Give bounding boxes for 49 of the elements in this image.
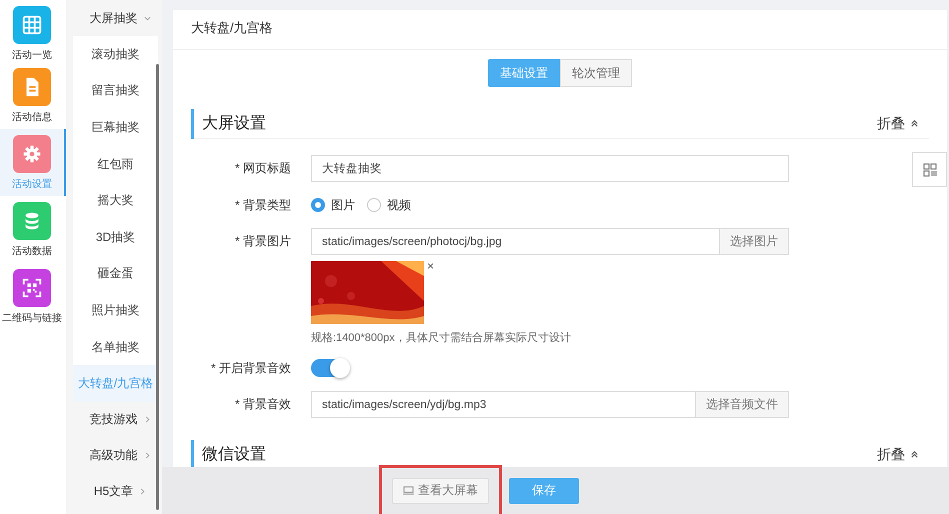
submenu-group[interactable]: 高级功能 — [66, 438, 162, 474]
submenu-item[interactable]: 摇大奖 — [73, 182, 158, 219]
submenu-item[interactable]: 留言抽奖 — [73, 72, 158, 110]
grid-icon — [922, 162, 938, 178]
collapse-button[interactable]: 折叠 — [877, 446, 929, 464]
tab[interactable]: 轮次管理 — [560, 59, 632, 87]
nav-item[interactable]: 活动数据 — [0, 196, 66, 263]
submenu-group[interactable]: H5文章 — [66, 474, 162, 510]
radio-label: 视频 — [387, 196, 411, 214]
choose-button[interactable]: 选择音频文件 — [696, 391, 789, 418]
hint-text: 规格:1400*800px，具体尺寸需结合屏幕实际尺寸设计 — [311, 330, 572, 345]
choose-button[interactable]: 选择图片 — [720, 228, 789, 255]
text-field[interactable]: 大转盘抽奖 — [311, 155, 789, 182]
field-label: * 背景图片 — [234, 233, 292, 250]
path-field[interactable]: static/images/screen/ydj/bg.mp3 — [311, 391, 696, 418]
section-title: 大屏设置 — [191, 108, 266, 138]
radio-label: 图片 — [331, 196, 355, 214]
submenu-item[interactable]: 名单抽奖 — [73, 328, 158, 366]
chevron-right-icon — [139, 488, 146, 496]
double-chevron-up-icon — [910, 450, 919, 459]
path-field[interactable]: static/images/screen/photocj/bg.jpg — [311, 228, 720, 255]
chevron-right-icon — [144, 452, 150, 460]
submenu-item[interactable]: 照片抽奖 — [73, 292, 158, 329]
submenu-group[interactable]: 大屏抽奖 — [66, 0, 162, 36]
field-label: * 背景类型 — [234, 197, 292, 214]
chevron-down-icon — [144, 14, 150, 22]
submenu-item[interactable]: 砸金蛋 — [73, 256, 158, 292]
field-label: * 网页标题 — [234, 160, 292, 177]
nav-item[interactable]: 活动信息 — [0, 62, 66, 129]
field-label: * 背景音效 — [234, 396, 292, 413]
submenu-item[interactable]: 红包雨 — [73, 146, 158, 182]
monitor-icon — [403, 486, 414, 495]
submenu-item[interactable]: 3D抽奖 — [73, 218, 158, 256]
submenu-item[interactable]: 滚动抽奖 — [73, 36, 158, 73]
radio-button[interactable] — [311, 198, 325, 212]
submenu-group[interactable]: 竞技游戏 — [66, 402, 162, 438]
nav-item[interactable]: 活动一览 — [0, 0, 66, 62]
radio-button[interactable] — [367, 198, 381, 212]
remove-button[interactable]: × — [424, 261, 434, 271]
page-title: 大转盘/九宫格 — [173, 10, 947, 50]
collapse-button[interactable]: 折叠 — [877, 114, 929, 132]
chevron-right-icon — [144, 416, 150, 424]
preview-button[interactable]: 查看大屏幕 — [392, 478, 489, 504]
field-label: * 开启背景音效 — [210, 360, 292, 377]
nav-item[interactable]: 二维码与链接 — [0, 263, 66, 330]
layout-toggle-button[interactable] — [912, 152, 947, 187]
submenu-item[interactable]: 巨幕抽奖 — [73, 109, 158, 146]
toggle-switch[interactable] — [311, 359, 349, 377]
double-chevron-up-icon — [910, 119, 919, 128]
